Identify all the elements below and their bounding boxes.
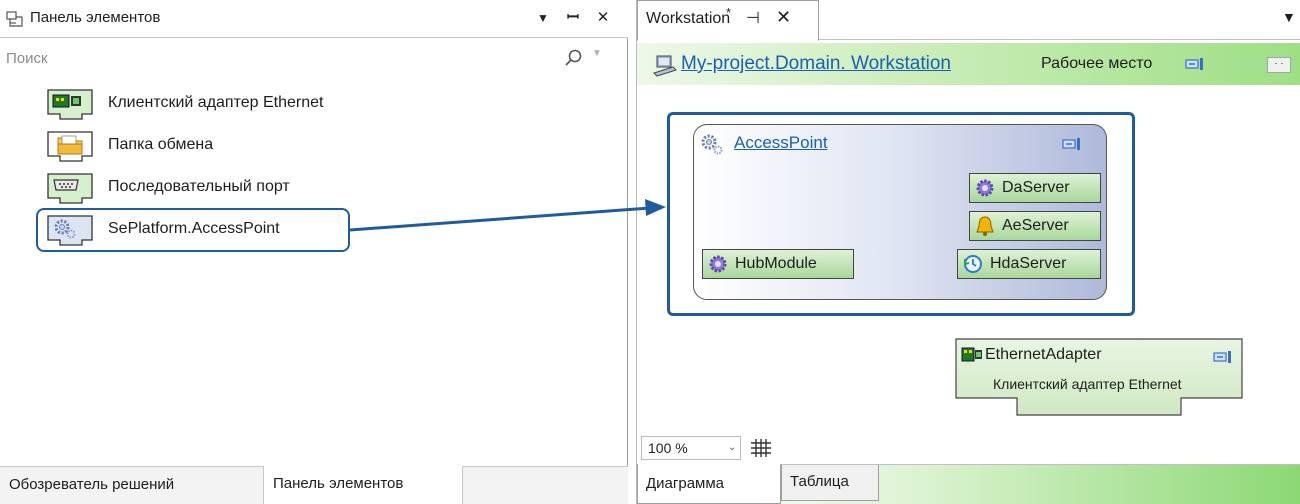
toolbox-icon	[6, 11, 23, 27]
port-label: HdaServer	[990, 255, 1067, 272]
breadcrumb: My-project.Domain. Workstation Рабочее м…	[637, 43, 1300, 85]
search-icon[interactable]	[562, 48, 584, 68]
tab-solution-explorer[interactable]: Обозреватель решений	[0, 467, 262, 504]
search-options-chevron-icon[interactable]: ▼	[592, 48, 602, 59]
close-icon[interactable]: ✕	[592, 7, 614, 29]
network-adapter-icon	[47, 89, 93, 120]
serial-port-icon	[47, 173, 93, 204]
document-list-menu-icon[interactable]: ▼	[1282, 9, 1296, 25]
close-icon[interactable]: ✕	[776, 7, 791, 28]
tab-workstation[interactable]: Workstation * ⊣ ✕	[637, 0, 819, 41]
breadcrumb-role: Рабочее место	[1041, 55, 1153, 72]
grid-icon[interactable]	[749, 438, 773, 458]
toolbox-panel: Панель элементов ▼ ꟷ ✕ ▼ Клиентский адап…	[0, 0, 628, 504]
ethernet-node-subtitle: Клиентский адаптер Ethernet	[993, 376, 1182, 392]
port-label: HubModule	[735, 255, 817, 272]
chevron-down-icon: ⌄	[728, 442, 737, 453]
component-icon	[1185, 58, 1203, 70]
toolbox-title: Панель элементов	[30, 9, 161, 26]
gear-icon	[709, 255, 727, 273]
workstation-icon	[653, 55, 677, 77]
access-point-title-link[interactable]: AccessPoint	[734, 133, 828, 153]
port-aeserver[interactable]: AeServer	[969, 211, 1101, 241]
toolbox-item-label: Папка обмена	[108, 136, 214, 153]
ports-toggle-button[interactable]: · ·	[1267, 57, 1291, 73]
port-hdaserver[interactable]: HdaServer	[957, 249, 1101, 279]
history-clock-icon	[964, 255, 982, 273]
port-label: DaServer	[1002, 179, 1070, 196]
app-window: Панель элементов ▼ ꟷ ✕ ▼ Клиентский адап…	[0, 0, 1300, 504]
modified-indicator: *	[726, 5, 732, 20]
toolbox-header: Панель элементов ▼ ꟷ ✕	[0, 0, 628, 38]
component-icon	[1213, 351, 1231, 363]
port-daserver[interactable]: DaServer	[969, 173, 1101, 203]
port-hubmodule[interactable]: HubModule	[702, 249, 854, 279]
tab-toolbox[interactable]: Панель элементов	[263, 466, 463, 504]
toolbox-item-label: SePlatform.AccessPoint	[108, 220, 280, 237]
network-adapter-icon	[961, 347, 982, 362]
toolbox-item-label: Последовательный порт	[108, 178, 290, 195]
pin-icon[interactable]: ⊣	[746, 8, 760, 28]
gear-icon	[701, 134, 723, 155]
gear-icon	[976, 179, 994, 197]
pin-icon[interactable]: ꟷ	[562, 7, 584, 29]
ethernet-node-title: EthernetAdapter	[985, 346, 1102, 363]
toolbox-item-label: Клиентский адаптер Ethernet	[108, 94, 324, 111]
left-bottom-tabs: Обозреватель решений Панель элементов	[0, 466, 628, 504]
access-point-node[interactable]: AccessPoint DaServer AeServer HdaServer …	[693, 124, 1107, 300]
breadcrumb-link[interactable]: My-project.Domain. Workstation	[681, 53, 951, 75]
view-tabs: Диаграмма Таблица	[637, 464, 1300, 504]
tab-title: Workstation	[646, 10, 731, 27]
search-input[interactable]	[6, 46, 546, 70]
tab-table[interactable]: Таблица	[781, 465, 879, 501]
zoom-value: 100 %	[648, 440, 688, 456]
tab-diagram[interactable]: Диаграмма	[637, 464, 781, 504]
document-panel: Workstation * ⊣ ✕ ▼ My-project.Domain. W…	[636, 0, 1300, 504]
component-icon	[1062, 138, 1080, 150]
search-row: ▼	[0, 40, 628, 76]
gear-icon	[47, 215, 93, 246]
folder-icon	[47, 131, 93, 162]
panel-menu-button[interactable]: ▼	[532, 7, 554, 29]
diagram-canvas[interactable]: AccessPoint DaServer AeServer HdaServer …	[637, 86, 1300, 430]
ethernet-adapter-node[interactable]: EthernetAdapter Клиентский адаптер Ether…	[955, 338, 1243, 416]
zoom-select[interactable]: 100 % ⌄	[641, 436, 741, 460]
zoom-bar: 100 % ⌄	[637, 432, 1300, 462]
document-tabstrip: Workstation * ⊣ ✕ ▼	[637, 0, 1300, 41]
port-label: AeServer	[1002, 217, 1069, 234]
bell-icon	[976, 216, 994, 236]
